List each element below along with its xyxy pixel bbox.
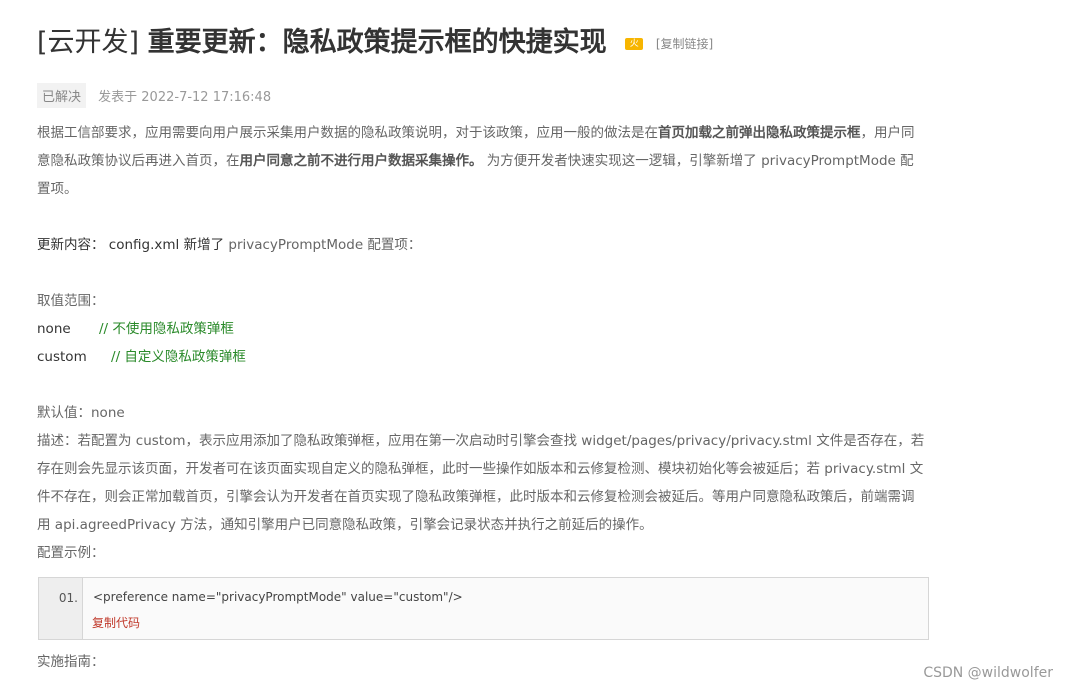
guide-label: 实施指南： [37,654,105,670]
description: 描述：若配置为 custom，表示应用添加了隐私政策弹框，应用在第一次启动时引擎… [37,433,925,533]
post-content: 根据工信部要求，应用需要向用户展示采集用户数据的隐私政策说明，对于该政策，应用一… [37,119,927,567]
vip-icon: 火 [625,37,644,50]
title-icons: 火 [复制链接] [625,26,713,61]
post-meta: 已解决 发表于 2022-7-12 17:16:48 [37,83,271,108]
code-block: 01. <preference name="privacyPromptMode"… [38,577,929,640]
code-line: <preference name="privacyPromptMode" val… [93,590,463,604]
intro-paragraph: 根据工信部要求，应用需要向用户展示采集用户数据的隐私政策说明，对于该政策，应用一… [37,125,915,197]
range-label: 取值范围： [37,293,105,309]
example-label: 配置示例： [37,545,105,561]
title-category: [云开发] [37,27,140,58]
option-custom: custom // 自定义隐私政策弹框 [37,349,246,365]
watermark: CSDN @wildwolfer [923,665,1053,681]
page-title: [云开发] 重要更新：隐私政策提示框的快捷实现 火 [复制链接] [37,26,713,61]
copy-code-button[interactable]: 复制代码 [92,614,140,631]
update-line: 更新内容： config.xml 新增了 privacyPromptMode 配… [37,237,422,253]
intro-bold-2: 用户同意之前不进行用户数据采集操作。 [239,153,483,169]
post-date: 发表于 2022-7-12 17:16:48 [98,90,272,105]
copy-link[interactable]: [复制链接] [656,37,713,51]
line-number: 01. [39,578,83,639]
status-badge: 已解决 [37,83,87,108]
default-value: 默认值：none [37,405,125,421]
option-none: none // 不使用隐私政策弹框 [37,321,234,337]
intro-bold-1: 首页加载之前弹出隐私政策提示框 [658,125,861,141]
title-main: 重要更新：隐私政策提示框的快捷实现 [147,27,607,58]
